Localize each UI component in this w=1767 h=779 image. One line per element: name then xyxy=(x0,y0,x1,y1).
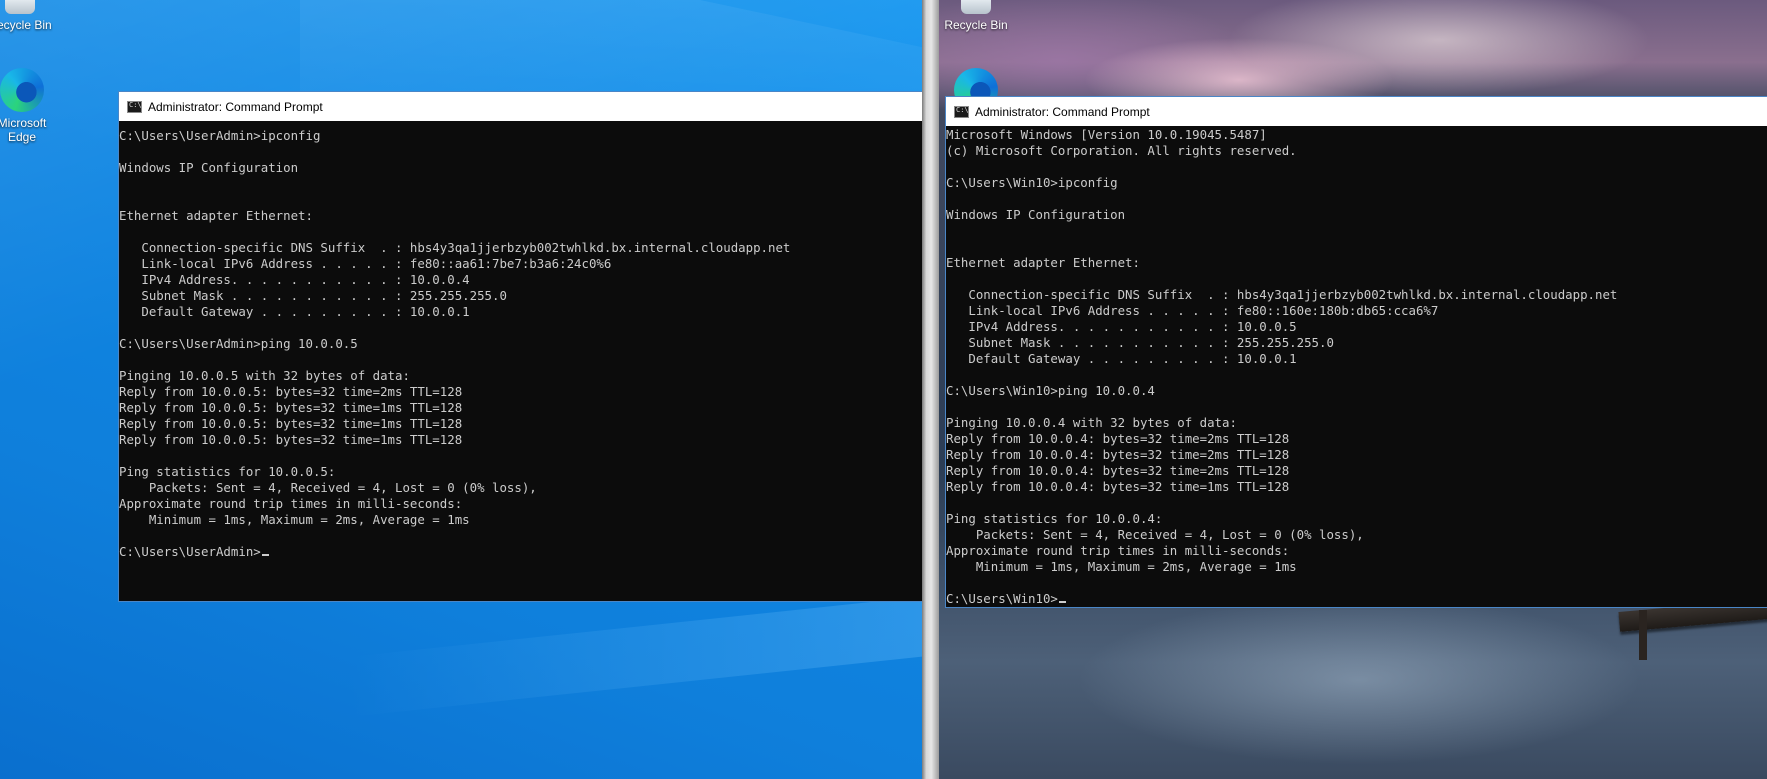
console-line: Reply from 10.0.0.4: bytes=32 time=2ms T… xyxy=(946,447,1290,462)
left-vm-desktop: Recycle Bin Microsoft Edge Administrator… xyxy=(0,0,922,779)
console-line: Windows IP Configuration xyxy=(119,160,299,175)
console-line: C:\Users\UserAdmin>ping 10.0.0.5 xyxy=(119,336,358,351)
console-line: Link-local IPv6 Address . . . . . : fe80… xyxy=(119,256,612,271)
console-line: Subnet Mask . . . . . . . . . . . : 255.… xyxy=(119,288,507,303)
wallpaper-light-ray xyxy=(350,583,922,717)
console-line: Minimum = 1ms, Maximum = 2ms, Average = … xyxy=(946,559,1297,574)
console-line: Reply from 10.0.0.4: bytes=32 time=2ms T… xyxy=(946,431,1290,446)
edge-label: Microsoft Edge xyxy=(0,116,47,144)
console-line: Pinging 10.0.0.5 with 32 bytes of data: xyxy=(119,368,410,383)
text-cursor xyxy=(1058,601,1066,603)
console-prompt-line[interactable]: C:\Users\UserAdmin> xyxy=(119,544,922,560)
recycle-bin-label: Recycle Bin xyxy=(944,18,1008,32)
console-line: Link-local IPv6 Address . . . . . : fe80… xyxy=(946,303,1439,318)
recycle-bin-label: Recycle Bin xyxy=(0,18,52,32)
console-line: Pinging 10.0.0.4 with 32 bytes of data: xyxy=(946,415,1237,430)
console-prompt: C:\Users\Win10> xyxy=(946,591,1058,606)
console-line: Packets: Sent = 4, Received = 4, Lost = … xyxy=(119,480,537,495)
window-titlebar[interactable]: Administrator: Command Prompt xyxy=(119,92,922,121)
console-line: Reply from 10.0.0.4: bytes=32 time=1ms T… xyxy=(946,479,1290,494)
recycle-bin-shortcut[interactable]: Recycle Bin xyxy=(0,0,58,32)
console-line: Reply from 10.0.0.5: bytes=32 time=1ms T… xyxy=(119,400,463,415)
console-line: Reply from 10.0.0.4: bytes=32 time=2ms T… xyxy=(946,463,1290,478)
console-line: Default Gateway . . . . . . . . . : 10.0… xyxy=(119,304,470,319)
console-line: Reply from 10.0.0.5: bytes=32 time=1ms T… xyxy=(119,432,463,447)
command-prompt-window[interactable]: Administrator: Command Prompt Microsoft … xyxy=(945,96,1767,608)
console-output[interactable]: C:\Users\UserAdmin>ipconfig Windows IP Co… xyxy=(119,121,922,560)
window-title: Administrator: Command Prompt xyxy=(148,99,323,114)
console-line: C:\Users\Win10>ping 10.0.0.4 xyxy=(946,383,1155,398)
command-prompt-icon xyxy=(954,105,969,118)
console-line: C:\Users\UserAdmin>ipconfig xyxy=(119,128,321,143)
recycle-bin-icon xyxy=(961,0,991,14)
console-line: Ethernet adapter Ethernet: xyxy=(119,208,313,223)
wallpaper-pier-post xyxy=(1639,610,1647,660)
console-prompt-line[interactable]: C:\Users\Win10> xyxy=(946,591,1767,607)
console-output[interactable]: Microsoft Windows [Version 10.0.19045.54… xyxy=(946,126,1767,607)
vm-divider xyxy=(922,0,939,779)
console-line: Ping statistics for 10.0.0.4: xyxy=(946,511,1163,526)
text-cursor xyxy=(261,554,269,556)
console-line: (c) Microsoft Corporation. All rights re… xyxy=(946,143,1297,158)
console-line: IPv4 Address. . . . . . . . . . . : 10.0… xyxy=(119,272,470,287)
console-line: Ethernet adapter Ethernet: xyxy=(946,255,1140,270)
console-line: Packets: Sent = 4, Received = 4, Lost = … xyxy=(946,527,1364,542)
console-line: Connection-specific DNS Suffix . : hbs4y… xyxy=(946,287,1618,302)
console-line: Windows IP Configuration xyxy=(946,207,1126,222)
console-line: Default Gateway . . . . . . . . . : 10.0… xyxy=(946,351,1297,366)
command-prompt-window[interactable]: Administrator: Command Prompt C:\Users\U… xyxy=(118,91,922,602)
recycle-bin-icon xyxy=(5,0,35,14)
window-title: Administrator: Command Prompt xyxy=(975,104,1150,119)
console-line: IPv4 Address. . . . . . . . . . . : 10.0… xyxy=(946,319,1297,334)
window-titlebar[interactable]: Administrator: Command Prompt xyxy=(946,97,1767,126)
right-vm-desktop: Recycle Bin Administrator: Command Promp… xyxy=(939,0,1767,779)
console-line: C:\Users\Win10>ipconfig xyxy=(946,175,1118,190)
console-line: Minimum = 1ms, Maximum = 2ms, Average = … xyxy=(119,512,470,527)
console-line: Approximate round trip times in milli-se… xyxy=(119,496,463,511)
console-line: Ping statistics for 10.0.0.5: xyxy=(119,464,336,479)
console-line: Connection-specific DNS Suffix . : hbs4y… xyxy=(119,240,791,255)
edge-shortcut[interactable]: Microsoft Edge xyxy=(0,68,62,144)
recycle-bin-shortcut[interactable]: Recycle Bin xyxy=(939,0,1014,32)
edge-icon xyxy=(0,68,44,112)
console-line: Microsoft Windows [Version 10.0.19045.54… xyxy=(946,127,1267,142)
console-line: Approximate round trip times in milli-se… xyxy=(946,543,1290,558)
console-line: Reply from 10.0.0.5: bytes=32 time=2ms T… xyxy=(119,384,463,399)
console-line: Reply from 10.0.0.5: bytes=32 time=1ms T… xyxy=(119,416,463,431)
console-prompt: C:\Users\UserAdmin> xyxy=(119,544,261,559)
command-prompt-icon xyxy=(127,100,142,113)
console-line: Subnet Mask . . . . . . . . . . . : 255.… xyxy=(946,335,1334,350)
